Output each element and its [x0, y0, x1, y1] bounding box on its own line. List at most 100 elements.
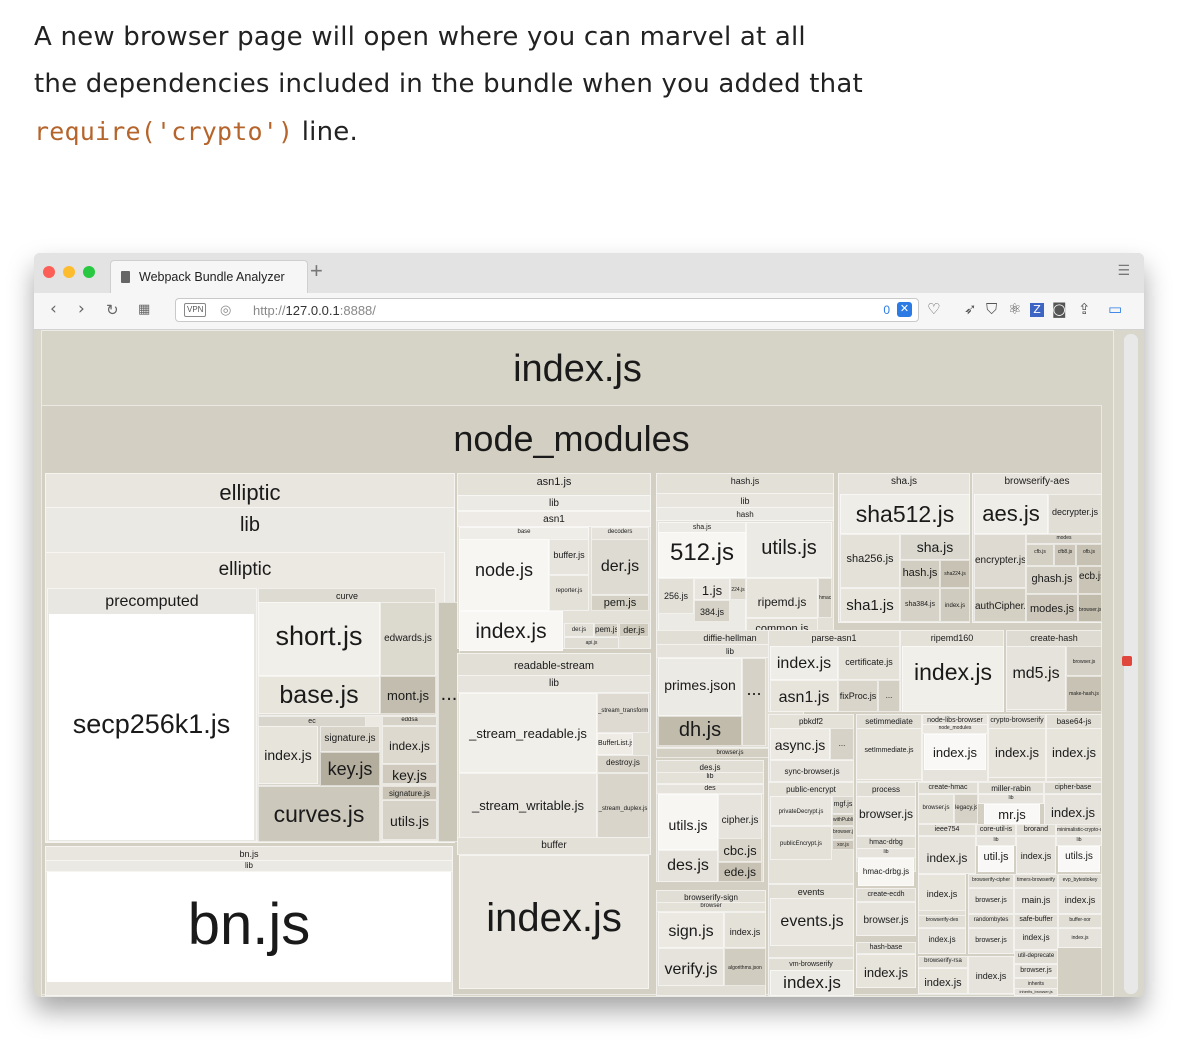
- treemap-cell[interactable]: browser.js: [1014, 964, 1058, 978]
- treemap-cell[interactable]: sha384.js: [900, 588, 940, 622]
- treemap-cell[interactable]: ...: [878, 680, 900, 712]
- treemap-cell[interactable]: minimalistic-crypto-utils: [1056, 824, 1102, 836]
- treemap-cell[interactable]: index.js: [459, 611, 563, 651]
- treemap-cell[interactable]: legacy.js: [954, 794, 978, 824]
- treemap-cell[interactable]: der.js: [564, 623, 594, 637]
- treemap-cell[interactable]: curves.js: [258, 786, 380, 842]
- treemap-cell[interactable]: util-deprecate: [1014, 950, 1058, 964]
- treemap-cell[interactable]: lib: [1056, 836, 1102, 846]
- treemap-cell[interactable]: hmac-drbg.js: [858, 858, 914, 886]
- treemap-cell[interactable]: index.js: [1014, 928, 1058, 950]
- treemap-cell[interactable]: ieee754: [918, 824, 976, 836]
- treemap-cell[interactable]: cfb8.js: [1054, 544, 1076, 566]
- back-icon[interactable]: ‹: [50, 299, 57, 319]
- treemap-cell[interactable]: miller-rabin: [978, 782, 1044, 794]
- treemap-cell[interactable]: pem.js: [594, 623, 618, 637]
- treemap-cell[interactable]: index.js: [770, 646, 838, 680]
- treemap-cell[interactable]: hash-base: [856, 942, 916, 954]
- treemap-cell[interactable]: utils.js: [382, 800, 437, 840]
- vpn-badge[interactable]: VPN: [184, 303, 207, 317]
- treemap-cell[interactable]: xor.js: [832, 840, 854, 850]
- treemap-cell[interactable]: destroy.js: [597, 755, 649, 773]
- treemap-cell[interactable]: index.js: [1046, 728, 1102, 778]
- treemap-cell[interactable]: browser.js: [968, 928, 1014, 954]
- blocker-icon[interactable]: ✕: [897, 302, 912, 317]
- treemap-cell[interactable]: util.js: [978, 846, 1014, 872]
- treemap-cell[interactable]: api.js: [564, 637, 619, 649]
- treemap-cell[interactable]: browser: [656, 902, 766, 912]
- treemap-cell[interactable]: sign.js: [658, 912, 724, 948]
- treemap-cell[interactable]: buffer.js: [549, 539, 589, 575]
- new-tab-button[interactable]: +: [310, 258, 323, 284]
- treemap-cell[interactable]: mont.js: [380, 676, 436, 714]
- treemap-cell[interactable]: index.js: [770, 970, 854, 996]
- treemap-cell[interactable]: evp_bytestokey: [1058, 874, 1102, 888]
- tab-menu-icon[interactable]: ☰: [1117, 263, 1130, 279]
- minimize-window-button[interactable]: [63, 266, 75, 278]
- forward-icon[interactable]: ›: [78, 299, 85, 319]
- treemap-cell[interactable]: browserify-cipher: [968, 874, 1014, 888]
- treemap-cell[interactable]: ecb.js: [1078, 566, 1102, 594]
- treemap-cell[interactable]: cbc.js: [718, 838, 762, 862]
- treemap-cell[interactable]: sync-browser.js: [770, 760, 854, 782]
- treemap-cell[interactable]: index.js: [258, 726, 318, 784]
- treemap-cell[interactable]: decrypter.js: [1048, 494, 1102, 534]
- treemap-cell[interactable]: create-hmac: [918, 782, 978, 794]
- treemap-cell[interactable]: sha1.js: [840, 588, 900, 622]
- treemap-cell[interactable]: mgf.js: [832, 796, 854, 814]
- react-icon[interactable]: ⚛: [1008, 300, 1021, 318]
- treemap-cell[interactable]: browser.js: [968, 888, 1014, 914]
- treemap-cell[interactable]: 256.js: [658, 578, 694, 614]
- treemap-cell[interactable]: short.js: [258, 602, 380, 676]
- treemap-cell[interactable]: sha256.js: [840, 534, 900, 588]
- treemap-cell[interactable]: create-ecdh: [856, 888, 916, 902]
- treemap-cell[interactable]: core-util-is: [976, 824, 1016, 836]
- treemap-cell[interactable]: async.js: [770, 728, 830, 760]
- treemap-cell[interactable]: _stream_transform.js: [597, 693, 649, 733]
- treemap-cell[interactable]: edwards.js: [380, 602, 436, 676]
- treemap-cell[interactable]: index.js: [856, 954, 916, 988]
- treemap-cell[interactable]: browser.js: [832, 826, 854, 840]
- treemap-cell[interactable]: cipher-base: [1044, 782, 1102, 794]
- treemap-cell[interactable]: browser.js: [856, 796, 916, 836]
- treemap-cell[interactable]: setImmediate.js: [856, 728, 922, 780]
- treemap-cell[interactable]: index.js: [382, 726, 437, 764]
- treemap-cell[interactable]: md5.js: [1006, 646, 1066, 710]
- treemap-cell[interactable]: lib: [457, 495, 651, 511]
- address-bar[interactable]: VPN ◎ http://127.0.0.1:8888/ 0 ✕: [175, 298, 919, 322]
- treemap-cell[interactable]: lib: [856, 848, 916, 858]
- treemap-cell[interactable]: signature.js: [382, 786, 437, 800]
- treemap-cell[interactable]: index.js: [988, 728, 1046, 778]
- treemap-cell[interactable]: bn.js: [47, 872, 451, 982]
- treemap-cell[interactable]: main.js: [1014, 888, 1058, 914]
- treemap-cell[interactable]: key.js: [382, 764, 437, 784]
- upload-icon[interactable]: ⇪: [1078, 300, 1091, 318]
- treemap-cell[interactable]: modes.js: [1026, 594, 1078, 622]
- treemap-cell[interactable]: browserify-des: [918, 914, 966, 928]
- treemap-cell[interactable]: hash.js: [900, 560, 940, 588]
- treemap-cell[interactable]: algorithms.json: [724, 948, 766, 986]
- treemap-cell[interactable]: brorand: [1016, 824, 1056, 836]
- treemap-cell[interactable]: asn1.js: [770, 680, 838, 712]
- treemap-cell[interactable]: des: [656, 784, 764, 794]
- treemap-cell[interactable]: index.js: [1058, 888, 1102, 914]
- treemap-cell[interactable]: _stream_duplex.js: [597, 773, 649, 845]
- treemap-cell[interactable]: ...: [742, 658, 766, 746]
- treemap-cell[interactable]: events.js: [770, 898, 854, 946]
- camera-icon[interactable]: ◙: [1052, 300, 1067, 318]
- treemap-cell[interactable]: certificate.js: [838, 646, 900, 680]
- treemap-cell[interactable]: lib: [656, 772, 764, 784]
- treemap-cell[interactable]: verify.js: [658, 948, 724, 986]
- treemap-cell[interactable]: lib: [457, 675, 651, 693]
- treemap-cell[interactable]: browser.js: [856, 902, 916, 936]
- share-arrow-icon[interactable]: ➶: [964, 300, 977, 318]
- treemap-cell[interactable]: utils.js: [658, 794, 718, 850]
- treemap-cell[interactable]: base.js: [258, 676, 380, 714]
- treemap-cell[interactable]: index.js: [940, 588, 970, 622]
- treemap-cell[interactable]: browser.js: [1078, 594, 1102, 622]
- treemap-cell[interactable]: 512.js: [658, 532, 746, 578]
- treemap-cell[interactable]: index.js: [968, 956, 1014, 994]
- treemap-cell[interactable]: cfb.js: [1026, 544, 1054, 566]
- treemap-cell[interactable]: _stream_readable.js: [459, 693, 597, 773]
- treemap-cell[interactable]: browser.js: [1066, 646, 1102, 676]
